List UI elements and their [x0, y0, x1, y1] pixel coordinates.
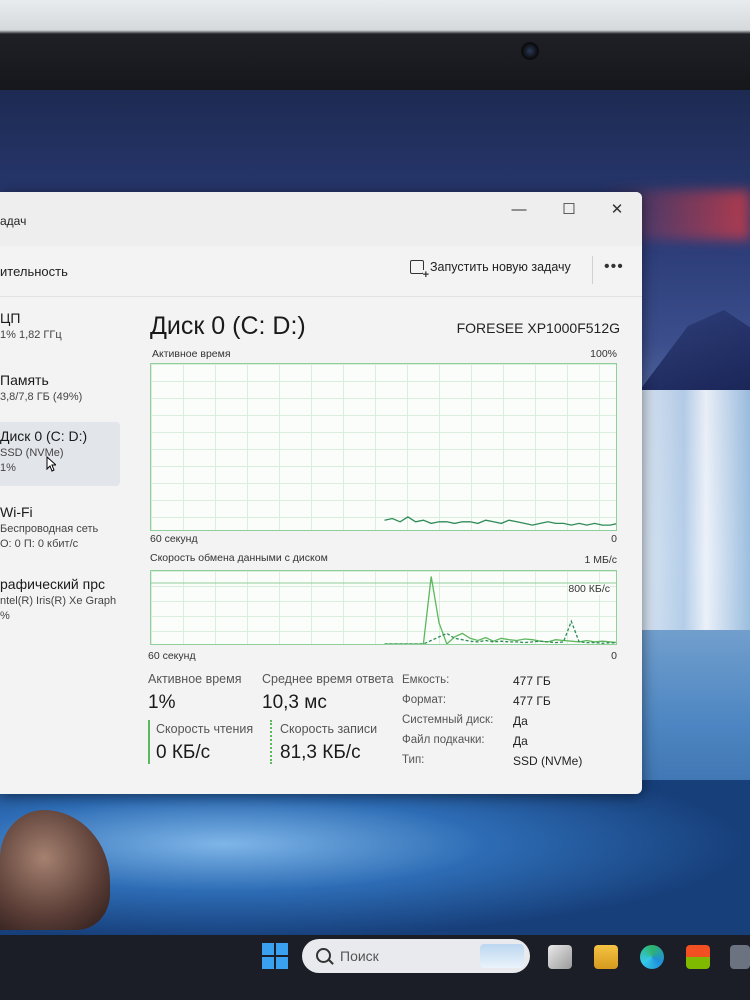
write-speed-label: Скорость записи: [280, 722, 378, 736]
read-speed-label: Скорость чтения: [156, 722, 254, 736]
transfer-rate-chart: [151, 576, 616, 644]
capacity-label: Емкость:: [402, 674, 450, 686]
toolbar-divider: [592, 256, 593, 284]
avg-response-label: Среднее время ответа: [262, 672, 394, 686]
sidebar-item-label: Wi-Fi: [0, 504, 33, 520]
window-title: адач: [0, 214, 27, 228]
sidebar-item-memory[interactable]: Память 3,8/7,8 ГБ (49%): [0, 372, 120, 418]
taskbar: Поиск: [0, 935, 750, 1000]
wallpaper-waterfall: [640, 390, 750, 630]
active-time-graph-label: Активное время: [152, 348, 231, 360]
sidebar-item-disk[interactable]: Диск 0 (C: D:) SSD (NVMe) 1%: [0, 422, 120, 486]
transfer-graph-label: Скорость обмена данными с диском: [150, 552, 328, 564]
run-new-task-button[interactable]: Запустить новую задачу: [410, 260, 571, 280]
webcam: [521, 42, 539, 60]
sidebar-item-detail: 1% 1,82 ГГц: [0, 329, 62, 341]
series-line-0: [384, 516, 616, 526]
transfer-graph-max: 1 МБ/с: [584, 554, 617, 566]
active-time-chart: [384, 516, 616, 526]
active-time-stat-label: Активное время: [148, 672, 242, 686]
sidebar-item-label: рафический прс: [0, 576, 106, 592]
search-highlight-image: [480, 944, 524, 968]
search-icon: [316, 948, 331, 963]
windows-start-icon[interactable]: [262, 943, 288, 969]
disk-title: Диск 0 (C: D:): [150, 312, 306, 340]
write-speed-value: 81,3 КБ/с: [280, 742, 361, 763]
active-time-graph-max: 100%: [590, 348, 617, 360]
type-value: SSD (NVMe): [513, 754, 583, 768]
read-speed-marker: [148, 720, 150, 764]
transfer-graph-min: 0: [611, 650, 617, 662]
maximize-button[interactable]: ☐: [546, 196, 592, 224]
format-value: 477 ГБ: [513, 694, 551, 708]
sidebar-item-usage: %: [0, 610, 10, 622]
new-task-icon: [410, 260, 429, 280]
sidebar-item-label: ЦП: [0, 310, 21, 326]
laptop-bezel: [0, 0, 750, 90]
sidebar-item-label: Память: [0, 372, 49, 388]
system-disk-value: Да: [513, 714, 528, 728]
minimize-button[interactable]: —: [496, 196, 542, 224]
sidebar-item-detail: ntel(R) Iris(R) Xe Graph: [0, 595, 117, 607]
sidebar-item-gpu[interactable]: рафический прс ntel(R) Iris(R) Xe Graph …: [0, 576, 120, 628]
sidebar-item-detail: SSD (NVMe): [0, 447, 64, 459]
close-button[interactable]: ✕: [594, 196, 640, 224]
store-icon[interactable]: [686, 945, 710, 969]
task-view-icon[interactable]: [548, 945, 572, 969]
series-line-0: [384, 576, 616, 644]
active-time-stat-value: 1%: [148, 692, 176, 713]
active-time-graph-time: 60 секунд: [150, 533, 198, 545]
wallpaper-mountain: [640, 310, 750, 390]
performance-sidebar: ЦП 1% 1,82 ГГц Память 3,8/7,8 ГБ (49%) Д…: [0, 296, 122, 794]
file-explorer-icon[interactable]: [594, 945, 618, 969]
edge-browser-icon[interactable]: [640, 945, 664, 969]
series-line-1: [384, 619, 616, 644]
sidebar-item-wifi[interactable]: Wi-Fi Беспроводная сеть О: 0 П: 0 кбит/с: [0, 504, 120, 556]
sidebar-item-detail: 3,8/7,8 ГБ (49%): [0, 391, 83, 403]
sidebar-item-cpu[interactable]: ЦП 1% 1,82 ГГц: [0, 310, 120, 356]
run-new-task-label: Запустить новую задачу: [430, 260, 571, 274]
format-label: Формат:: [402, 694, 447, 706]
search-placeholder: Поиск: [340, 948, 379, 964]
sidebar-item-usage: 1%: [0, 462, 16, 474]
taskbar-search-box[interactable]: Поиск: [302, 939, 530, 973]
transfer-rate-graph: 800 КБ/с: [150, 570, 617, 645]
system-disk-label: Системный диск:: [402, 714, 494, 726]
page-title: ительность: [0, 264, 68, 279]
sidebar-item-detail: Беспроводная сеть: [0, 523, 99, 535]
title-bar[interactable]: адач — ☐ ✕: [0, 192, 642, 246]
more-options-button[interactable]: •••: [604, 258, 624, 276]
app-icon[interactable]: [730, 945, 750, 969]
page-file-value: Да: [513, 734, 528, 748]
disk-model: FORESEE XP1000F512G: [456, 320, 620, 336]
toolbar: ительность Запустить новую задачу •••: [0, 246, 642, 297]
capacity-value: 477 ГБ: [513, 674, 551, 688]
transfer-graph-time: 60 секунд: [148, 650, 196, 662]
mouse-cursor-icon: [46, 456, 56, 472]
sidebar-item-usage: О: 0 П: 0 кбит/с: [0, 538, 79, 550]
active-time-graph-min: 0: [611, 533, 617, 545]
read-speed-value: 0 КБ/с: [156, 742, 211, 763]
wallpaper-water: [0, 780, 750, 935]
sidebar-item-label: Диск 0 (C: D:): [0, 428, 88, 444]
write-speed-marker: [270, 720, 272, 764]
active-time-graph: [150, 363, 617, 531]
avg-response-value: 10,3 мс: [262, 692, 327, 713]
disk-detail-panel: Диск 0 (C: D:) FORESEE XP1000F512G Актив…: [146, 296, 626, 794]
type-label: Тип:: [402, 754, 425, 766]
page-file-label: Файл подкачки:: [402, 734, 485, 746]
task-manager-window: адач — ☐ ✕ ительность Запустить новую за…: [0, 192, 642, 794]
